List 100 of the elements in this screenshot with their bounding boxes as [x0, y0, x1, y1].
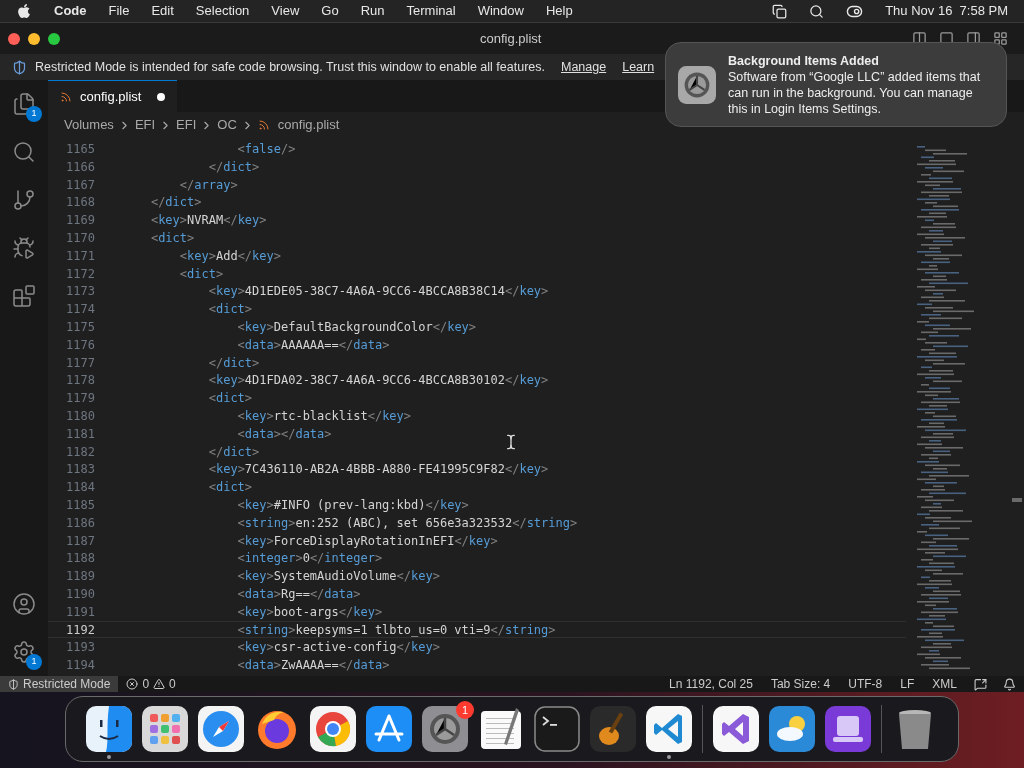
breadcrumb-item[interactable]: EFI — [176, 115, 197, 135]
code-line: <key>SystemAudioVolume</key> — [236, 568, 440, 584]
line-number: 1177 — [65, 354, 95, 371]
line-number: 1185 — [65, 496, 95, 513]
error-icon[interactable] — [126, 678, 139, 690]
code-line: <dict> — [178, 265, 224, 282]
compass-app-icon[interactable] — [198, 706, 244, 752]
customize-layout-icon[interactable] — [993, 31, 1008, 46]
mode-label: Restricted Mode — [23, 676, 111, 693]
code-line: </dict> — [207, 443, 260, 460]
restricted-mode-indicator[interactable]: Restricted Mode — [0, 676, 119, 692]
menu-item[interactable]: Go — [321, 1, 339, 21]
minimize-button[interactable] — [28, 32, 40, 45]
gear-app-icon — [678, 65, 716, 104]
gear-app-icon[interactable] — [422, 706, 468, 752]
menu-item[interactable]: View — [271, 1, 300, 21]
line-number: 1166 — [65, 158, 95, 175]
device-app-icon[interactable] — [825, 706, 871, 752]
banner-link[interactable]: Manage — [561, 57, 607, 77]
blocks-icon[interactable] — [12, 284, 36, 308]
code-line: <key>csr-active-config</key> — [236, 639, 440, 656]
code-line: <key>7C436110-AB2A-4BBB-A880-FE41995C9F82</key> — [207, 461, 549, 478]
code-line: <key>4D1EDE05-38C7-4A6A-9CC6-4BCCA8B38C14</key> — [207, 283, 549, 300]
code-line: </dict> — [207, 158, 260, 175]
code-line: <key>#INFO (prev-lang:kbd)</key> — [236, 496, 469, 513]
line-number: 1193 — [65, 639, 95, 656]
line-number: 1188 — [65, 550, 95, 567]
editor-tab[interactable]: config.plist — [48, 80, 178, 112]
banner-link[interactable]: Learn — [622, 57, 655, 77]
notification-badge: 1 — [456, 701, 474, 719]
warning-icon[interactable] — [153, 678, 166, 690]
status-item[interactable]: UTF-8 — [839, 675, 892, 693]
code-line: <key>rtc-blacklist</key> — [236, 407, 412, 424]
menu-item[interactable]: Terminal — [406, 1, 456, 21]
line-number: 1169 — [65, 212, 95, 228]
files-icon[interactable] — [12, 92, 36, 116]
wheel-app-icon[interactable] — [310, 706, 356, 752]
menu-item[interactable]: Run — [360, 1, 385, 21]
grid-app-icon[interactable] — [142, 706, 188, 752]
terminal-app-icon[interactable] — [534, 706, 580, 752]
breadcrumb-item[interactable]: EFI — [134, 115, 156, 135]
notepad-app-icon[interactable] — [478, 706, 524, 752]
error-count[interactable]: 0 — [142, 675, 150, 693]
feed-file-icon — [257, 119, 270, 131]
code-editor-app-icon[interactable] — [646, 706, 692, 752]
notifications-icon[interactable] — [1003, 677, 1016, 691]
status-item[interactable]: Tab Size: 4 — [761, 675, 840, 693]
branch-icon[interactable] — [12, 188, 36, 212]
menu-item[interactable]: Selection — [195, 1, 250, 21]
line-number: 1189 — [65, 568, 95, 584]
scrollbar-thumb[interactable] — [1012, 498, 1022, 502]
menu-item[interactable]: Window — [477, 1, 524, 21]
guitar-app-icon[interactable] — [590, 706, 636, 752]
code-line: <key>DefaultBackgroundColor</key> — [236, 318, 477, 335]
code-line: </dict> — [149, 194, 202, 211]
status-item[interactable]: LF — [891, 675, 924, 693]
line-number: 1174 — [65, 301, 95, 317]
screen-mirroring-icon[interactable] — [772, 3, 788, 19]
search-icon[interactable] — [809, 3, 825, 19]
line-number: 1179 — [65, 390, 95, 406]
close-button[interactable] — [8, 32, 20, 45]
breadcrumb-item[interactable]: OC — [217, 115, 237, 135]
line-number: 1168 — [65, 194, 95, 211]
app-store-icon[interactable] — [366, 706, 412, 752]
status-item[interactable]: Ln 1192, Col 25 — [660, 675, 762, 693]
menu-item[interactable]: Help — [545, 1, 573, 21]
line-number: 1183 — [65, 461, 95, 478]
menu-item[interactable]: Edit — [151, 1, 174, 21]
line-number: 1180 — [65, 407, 95, 424]
feed-file-icon — [60, 90, 72, 103]
cloud-app-icon[interactable] — [769, 706, 815, 752]
account-icon[interactable] — [12, 592, 36, 616]
clock[interactable]: Thu Nov 16 7:58 PM — [885, 1, 1008, 21]
code-line: <data>AAAAAA==</data> — [236, 336, 390, 353]
line-number: 1176 — [65, 336, 95, 353]
line-number: 1171 — [65, 247, 95, 264]
infinity-app-icon[interactable] — [713, 706, 759, 752]
line-number: 1175 — [65, 318, 95, 335]
bug-play-icon[interactable] — [12, 236, 36, 260]
code-line: <string>keepsyms=1 tlbto_us=0 vti=9</string> — [236, 621, 556, 638]
warning-count[interactable]: 0 — [169, 675, 176, 693]
feedback-icon[interactable] — [974, 677, 987, 691]
count-badge: 1 — [26, 654, 42, 670]
notification-card[interactable]: Background Items Added Software from “Google LLC” added items that can run in the background. You can manage this in Login Items Settings. — [665, 42, 1007, 127]
code-line: <dict> — [207, 301, 253, 317]
breadcrumb-item[interactable]: config.plist — [277, 115, 340, 135]
search-icon[interactable] — [12, 140, 36, 164]
line-number: 1165 — [65, 141, 95, 157]
code-line: <key>Add</key> — [178, 247, 281, 264]
shield-icon — [8, 678, 19, 690]
banner-message: Restricted Mode is intended for safe code browsing. Trust this window to enable all features. — [35, 58, 545, 76]
face-app-icon[interactable] — [86, 706, 132, 752]
breadcrumb-item[interactable]: Volumes — [64, 115, 114, 135]
settings-icon[interactable] — [12, 640, 36, 664]
status-item[interactable]: XML — [923, 675, 966, 693]
app-menu[interactable]: Code — [54, 1, 87, 21]
menu-item[interactable]: File — [108, 1, 130, 21]
notification-body: Software from “Google LLC” added items that can run in the background. You can manage this in Login Items Settings. — [728, 68, 982, 117]
zoom-button[interactable] — [48, 32, 60, 45]
apple-menu-icon[interactable] — [16, 3, 32, 19]
